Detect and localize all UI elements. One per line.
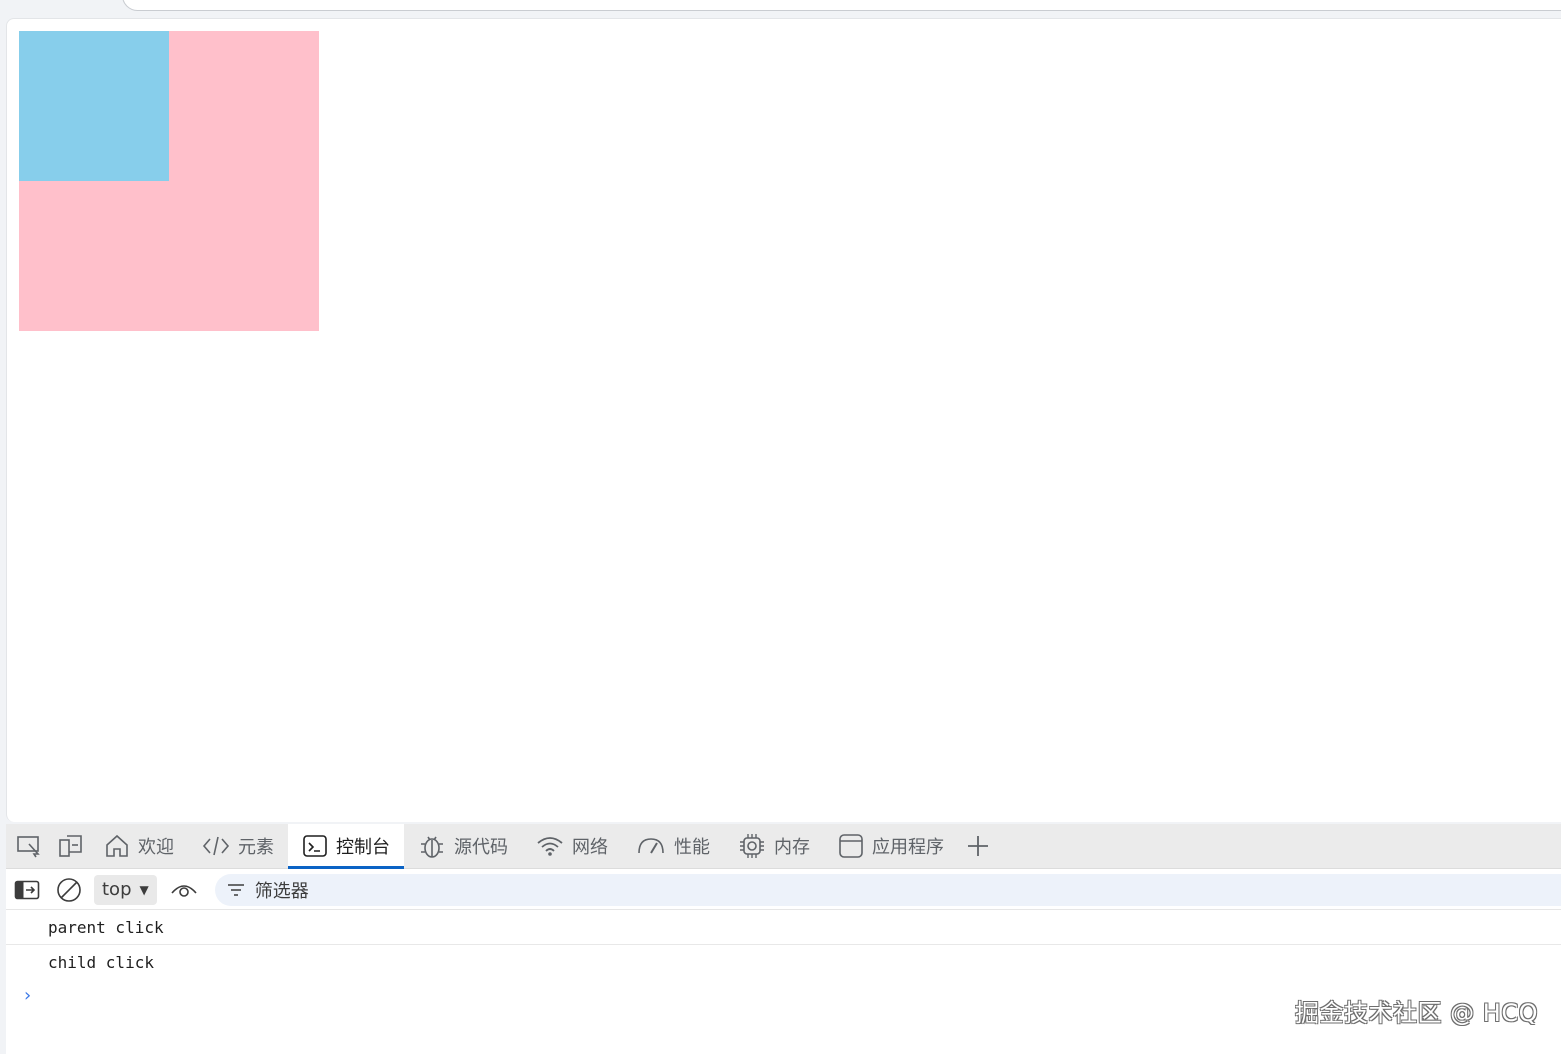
tab-label: 欢迎	[138, 837, 174, 858]
page-viewport	[6, 18, 1561, 822]
tab-label: 应用程序	[872, 837, 944, 858]
console-icon	[303, 835, 327, 857]
console-output: parent click child click › 掘金技术社区 @ HCQ	[6, 911, 1561, 1054]
tab-welcome[interactable]: 欢迎	[90, 824, 188, 869]
sidebar-toggle-icon[interactable]	[6, 872, 48, 908]
tab-label: 源代码	[454, 837, 508, 858]
code-brackets-icon	[202, 836, 230, 856]
tab-label: 内存	[774, 837, 810, 858]
tab-performance[interactable]: 性能	[622, 824, 724, 869]
chip-icon	[740, 834, 764, 858]
clear-console-icon[interactable]	[48, 872, 90, 908]
tab-sources[interactable]: 源代码	[404, 824, 522, 869]
console-message-text: parent click	[48, 918, 164, 937]
tab-application[interactable]: 应用程序	[824, 824, 958, 869]
tab-network[interactable]: 网络	[522, 824, 622, 869]
browser-window: 欢迎 元素 控制台 源代码 网络 性能 内存 应用程序 top ▼ 筛选器 pa…	[0, 0, 1561, 1054]
address-bar[interactable]	[122, 0, 1561, 11]
tab-console[interactable]: 控制台	[288, 823, 404, 869]
tab-label: 性能	[674, 837, 710, 858]
filter-icon	[227, 883, 244, 896]
application-window-icon	[839, 834, 863, 858]
tab-memory[interactable]: 内存	[724, 824, 824, 869]
wifi-icon	[537, 837, 563, 856]
gauge-icon	[638, 838, 664, 854]
live-expression-icon[interactable]	[163, 872, 205, 908]
filter-input[interactable]: 筛选器	[214, 873, 1561, 906]
context-value: top	[102, 879, 132, 900]
console-message: child click	[6, 945, 1561, 979]
watermark: 掘金技术社区 @ HCQ	[1295, 999, 1538, 1027]
devtools-panel: 欢迎 元素 控制台 源代码 网络 性能 内存 应用程序 top ▼ 筛选器 pa…	[6, 823, 1561, 1054]
console-message-text: child click	[48, 952, 154, 972]
caret-down-icon: ▼	[139, 882, 149, 897]
device-emulation-icon[interactable]	[52, 826, 90, 866]
inspect-element-icon[interactable]	[10, 826, 48, 866]
tab-label: 控制台	[336, 837, 390, 858]
devtools-tabbar: 欢迎 元素 控制台 源代码 网络 性能 内存 应用程序	[6, 823, 1561, 869]
parent-box[interactable]	[19, 31, 319, 331]
plus-icon[interactable]	[958, 824, 998, 869]
bug-icon	[421, 836, 443, 858]
tab-elements[interactable]: 元素	[188, 824, 288, 869]
tab-label: 网络	[572, 837, 608, 858]
console-message: parent click	[6, 911, 1561, 945]
home-icon	[106, 834, 128, 857]
context-selector[interactable]: top ▼	[94, 874, 157, 905]
filter-placeholder: 筛选器	[254, 880, 309, 902]
console-prompt[interactable]: ›	[22, 985, 33, 1006]
child-box[interactable]	[19, 31, 169, 181]
console-toolbar: top ▼ 筛选器	[6, 870, 1561, 910]
tab-label: 元素	[238, 837, 274, 858]
